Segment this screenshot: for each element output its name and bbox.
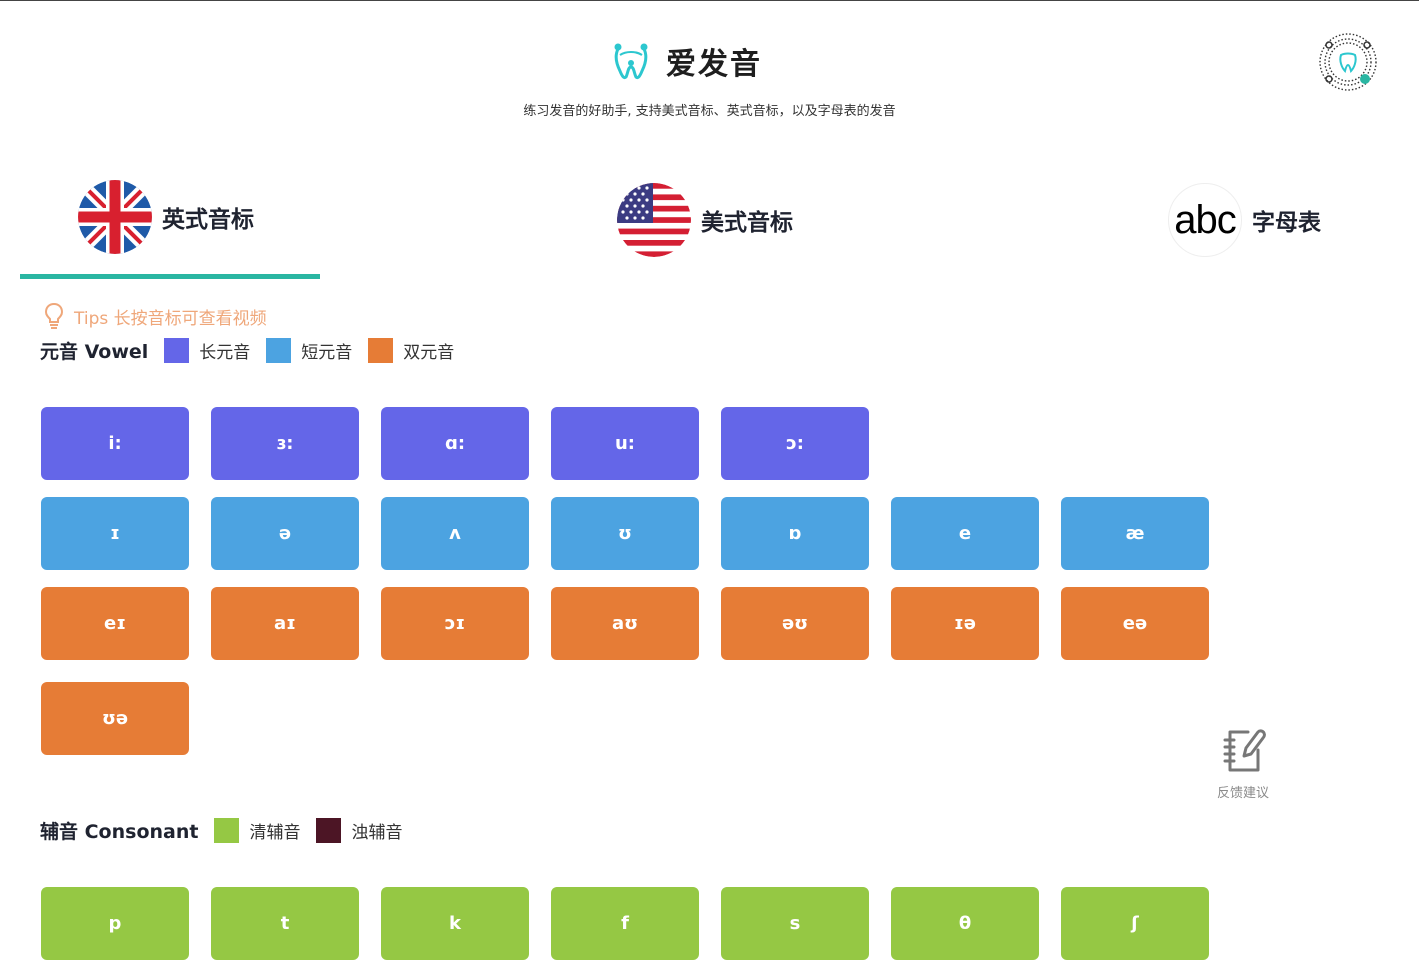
- phonetic-key-diphthong[interactable]: aɪ: [211, 587, 359, 660]
- phonetic-key-diphthong[interactable]: eə: [1061, 587, 1209, 660]
- phonetic-key-long[interactable]: ɜ:: [211, 407, 359, 480]
- phonetic-key-voiceless[interactable]: θ: [891, 887, 1039, 960]
- legend-swatch-voiceless: [214, 818, 240, 843]
- legend-swatch-voiced: [316, 818, 342, 843]
- vowel-title: 元音 Vowel: [40, 341, 149, 363]
- abc-icon: abc: [1168, 183, 1242, 257]
- tab-bar: 英式音标 美式音标 abc 字母表: [20, 176, 1400, 286]
- phonetic-key-diphthong[interactable]: ɔɪ: [381, 587, 529, 660]
- feedback-button[interactable]: 反馈建议: [1212, 726, 1274, 801]
- vowel-legend: 元音 Vowel 长元音 短元音 双元音: [40, 337, 470, 364]
- legend-label-voiced: 浊辅音: [351, 823, 403, 843]
- feedback-label: 反馈建议: [1216, 786, 1269, 801]
- phonetic-key-short[interactable]: e: [891, 497, 1039, 570]
- phonetic-key-short[interactable]: ɪ: [41, 497, 189, 570]
- phonetic-key-long[interactable]: i:: [41, 407, 189, 480]
- legend-label-long: 长元音: [199, 343, 251, 363]
- notebook-edit-icon: [1223, 729, 1266, 772]
- legend-label-diphthong: 双元音: [403, 343, 455, 363]
- phonetic-key-voiceless[interactable]: p: [41, 887, 189, 960]
- phonetic-key-voiceless[interactable]: k: [381, 887, 529, 960]
- consonant-legend: 辅音 Consonant 清辅音 浊辅音: [40, 817, 418, 844]
- phonetic-key-diphthong[interactable]: ʊə: [41, 682, 189, 755]
- qr-code-icon[interactable]: [1317, 31, 1379, 93]
- phonetic-key-long[interactable]: u:: [551, 407, 699, 480]
- phonetic-key-diphthong[interactable]: əʊ: [721, 587, 869, 660]
- tab-label: 英式音标: [162, 207, 254, 233]
- brand-name: 爱发音: [666, 47, 762, 82]
- consonant-title: 辅音 Consonant: [40, 821, 199, 843]
- phonetic-key-short[interactable]: ɒ: [721, 497, 869, 570]
- phonetic-key-diphthong[interactable]: eɪ: [41, 587, 189, 660]
- phonetic-key-short[interactable]: ə: [211, 497, 359, 570]
- phonetic-key-diphthong[interactable]: ɪə: [891, 587, 1039, 660]
- phonetic-key-voiceless[interactable]: s: [721, 887, 869, 960]
- legend-label-short: 短元音: [301, 343, 353, 363]
- subtitle: 练习发音的好助手, 支持美式音标、英式音标，以及字母表的发音: [523, 104, 896, 119]
- lightbulb-icon: [44, 302, 64, 329]
- legend-swatch-short: [266, 338, 292, 363]
- phonetic-key-diphthong[interactable]: aʊ: [551, 587, 699, 660]
- tab-alphabet[interactable]: abc 字母表: [1168, 183, 1321, 257]
- phonetic-key-long[interactable]: ɑ:: [381, 407, 529, 480]
- brand: 爱发音: [612, 39, 762, 83]
- tips-text: Tips 长按音标可查看视频: [74, 308, 267, 329]
- phonetic-key-voiceless[interactable]: t: [211, 887, 359, 960]
- uk-flag-icon: [78, 180, 152, 254]
- phonetic-key-voiceless[interactable]: ʃ: [1061, 887, 1209, 960]
- phonetic-key-short[interactable]: ʌ: [381, 497, 529, 570]
- phonetic-key-short[interactable]: ʊ: [551, 497, 699, 570]
- legend-swatch-diphthong: [368, 338, 394, 363]
- phonetic-key-long[interactable]: ɔ:: [721, 407, 869, 480]
- header: 爱发音 练习发音的好助手, 支持美式音标、英式音标，以及字母表的发音: [0, 1, 1419, 141]
- phonetic-key-voiceless[interactable]: f: [551, 887, 699, 960]
- tab-american-phonetics[interactable]: 美式音标: [617, 183, 793, 257]
- tooth-icon: [614, 43, 648, 80]
- tab-british-phonetics[interactable]: 英式音标: [78, 180, 254, 254]
- phonetic-key-short[interactable]: æ: [1061, 497, 1209, 570]
- tab-label: 字母表: [1252, 210, 1321, 236]
- tab-label: 美式音标: [701, 210, 793, 236]
- legend-swatch-long: [164, 338, 190, 363]
- tips: Tips 长按音标可查看视频: [44, 302, 267, 330]
- active-tab-indicator: [20, 274, 320, 279]
- us-flag-icon: [617, 183, 691, 257]
- legend-label-voiceless: 清辅音: [249, 823, 301, 843]
